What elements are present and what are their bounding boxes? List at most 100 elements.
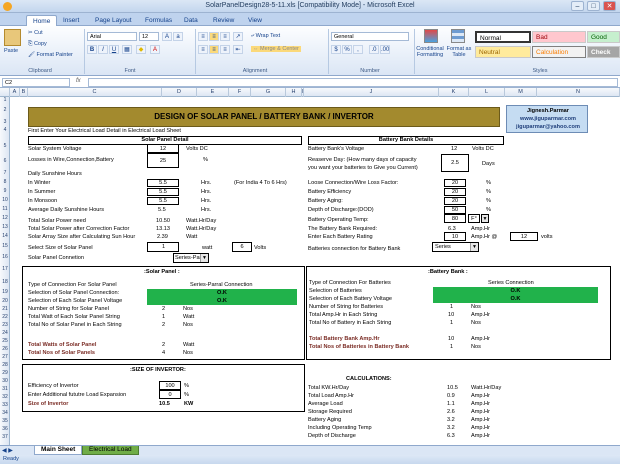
style-check-cell[interactable]: Check Ce (587, 46, 620, 58)
cut-button[interactable]: ✂ Cut (28, 30, 43, 36)
panel-watt-input[interactable]: 1 (147, 242, 179, 252)
row-header[interactable]: 27 (0, 354, 10, 360)
row-header[interactable]: 18 (0, 279, 10, 285)
grow-font-icon[interactable]: A (162, 32, 172, 41)
row-header[interactable]: 22 (0, 314, 10, 320)
row-header[interactable]: 26 (0, 346, 10, 352)
formula-input[interactable] (88, 78, 618, 87)
column-header[interactable]: L (469, 88, 505, 97)
close-icon[interactable]: ✕ (603, 1, 616, 11)
row-header[interactable]: 5 (0, 143, 10, 149)
row-header[interactable]: 29 (0, 370, 10, 376)
author-site[interactable]: www.jiguparmar.com (507, 115, 589, 123)
format-painter-button[interactable]: 🖌 Format Painter (28, 52, 73, 58)
style-normal[interactable]: Normal (475, 31, 531, 43)
align-middle-icon[interactable]: ≡ (209, 32, 219, 41)
font-color-icon[interactable]: A (150, 45, 160, 54)
row-header[interactable]: 35 (0, 418, 10, 424)
column-header[interactable]: K (439, 88, 469, 97)
row-header[interactable]: 9 (0, 188, 10, 194)
format-table-icon[interactable] (451, 29, 465, 43)
column-header[interactable]: E (197, 88, 229, 97)
battery-aging-input[interactable]: 20 (444, 197, 466, 205)
paste-button[interactable]: Paste (4, 48, 18, 54)
fx-icon[interactable]: fx (76, 78, 81, 84)
paste-icon[interactable] (4, 29, 21, 46)
column-header[interactable]: F (229, 88, 251, 97)
shrink-font-icon[interactable]: a (173, 32, 183, 41)
tab-data[interactable]: Data (178, 15, 204, 26)
maximize-icon[interactable]: □ (587, 1, 600, 11)
align-right-icon[interactable]: ≡ (220, 45, 230, 54)
row-header[interactable]: 17 (0, 266, 10, 272)
tab-review[interactable]: Review (207, 15, 240, 26)
font-size-select[interactable]: 12 (139, 32, 159, 41)
style-good[interactable]: Good (587, 31, 620, 43)
row-header[interactable]: 7 (0, 170, 10, 176)
italic-icon[interactable]: I (98, 45, 108, 54)
chevron-down-icon[interactable]: ▼ (200, 254, 208, 262)
column-header[interactable]: N (537, 88, 620, 97)
copy-button[interactable]: ⎘ Copy (28, 41, 47, 48)
tab-home[interactable]: Home (26, 15, 58, 26)
tab-view[interactable]: View (242, 15, 268, 26)
column-header[interactable]: A (10, 88, 20, 97)
battery-efficiency-input[interactable]: 20 (444, 188, 466, 196)
column-header[interactable]: M (505, 88, 537, 97)
percent-icon[interactable]: % (342, 45, 352, 54)
decrease-indent-icon[interactable]: ⇤ (233, 45, 243, 54)
column-header[interactable]: B (20, 88, 28, 97)
row-header[interactable]: 1 (0, 97, 10, 103)
column-header[interactable]: H (286, 88, 302, 97)
column-header[interactable]: C (28, 88, 162, 97)
chevron-down-icon[interactable]: ▼ (470, 243, 478, 251)
future-expansion-input[interactable]: 0 (159, 390, 181, 399)
increase-decimal-icon[interactable]: .0 (369, 45, 379, 54)
chevron-down-icon[interactable]: ▼ (481, 214, 489, 223)
column-header[interactable]: G (251, 88, 286, 97)
minimize-icon[interactable]: – (571, 1, 584, 11)
row-header[interactable]: 33 (0, 402, 10, 408)
row-header[interactable]: 31 (0, 386, 10, 392)
comma-icon[interactable]: , (353, 45, 363, 54)
row-header[interactable]: 37 (0, 434, 10, 440)
row-header[interactable]: 16 (0, 254, 10, 260)
style-calculation[interactable]: Calculation (532, 46, 586, 58)
number-format-select[interactable]: General (331, 32, 409, 41)
loose-connection-input[interactable]: 20 (444, 179, 466, 187)
align-left-icon[interactable]: ≡ (198, 45, 208, 54)
align-top-icon[interactable]: ≡ (198, 32, 208, 41)
decrease-decimal-icon[interactable]: .00 (380, 45, 390, 54)
row-header[interactable]: 23 (0, 322, 10, 328)
system-voltage-input[interactable]: 12 (147, 144, 179, 153)
wrap-text-button[interactable]: ⤶ Wrap Text (251, 33, 280, 40)
name-box[interactable]: C2 (2, 78, 70, 87)
row-header[interactable]: 20 (0, 298, 10, 304)
row-header[interactable]: 8 (0, 179, 10, 185)
row-header[interactable]: 12 (0, 215, 10, 221)
align-bottom-icon[interactable]: ≡ (220, 32, 230, 41)
battery-volt-input[interactable]: 12 (510, 232, 538, 241)
operating-temp-input[interactable]: 80 (444, 214, 466, 223)
tab-scroll-icon[interactable]: ◀ ▶ (2, 447, 13, 454)
select-all-corner[interactable] (0, 88, 10, 97)
row-header[interactable]: 25 (0, 338, 10, 344)
author-email[interactable]: jiguparmar@yahoo.com (507, 123, 589, 131)
row-header[interactable]: 28 (0, 362, 10, 368)
tab-formulas[interactable]: Formulas (139, 15, 178, 26)
font-name-select[interactable]: Arial (87, 32, 137, 41)
row-header[interactable]: 6 (0, 158, 10, 164)
format-table-button[interactable]: Format as Table (446, 46, 472, 58)
battery-connection-select[interactable]: Series ▼ (432, 242, 479, 252)
currency-icon[interactable]: $ (331, 45, 341, 54)
row-header[interactable]: 30 (0, 378, 10, 384)
row-header[interactable]: 24 (0, 330, 10, 336)
temp-unit-select[interactable]: F° (468, 214, 480, 223)
reserve-days-input[interactable]: 2.5 (441, 154, 469, 172)
row-header[interactable]: 14 (0, 233, 10, 239)
column-header[interactable]: J (304, 88, 439, 97)
row-header[interactable]: 32 (0, 394, 10, 400)
row-header[interactable]: 11 (0, 206, 10, 212)
monsoon-hours-input[interactable]: 5.5 (147, 197, 179, 205)
panel-volt-input[interactable]: 6 (232, 242, 252, 252)
